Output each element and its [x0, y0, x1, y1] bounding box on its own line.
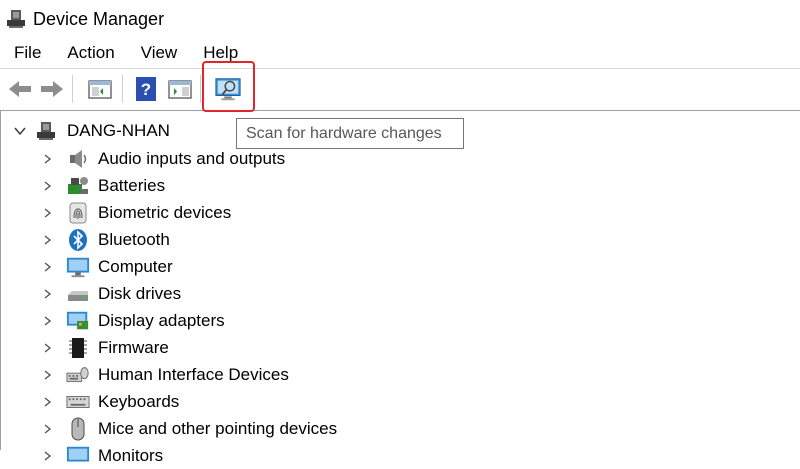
forward-icon — [41, 81, 63, 97]
toolbar: ? — [0, 68, 800, 111]
tree-item-label: Mice and other pointing devices — [98, 418, 338, 438]
menu-action[interactable]: Action — [53, 38, 126, 68]
tree-item-computer[interactable]: Computer — [41, 253, 173, 280]
tree-item-bluetooth[interactable]: Bluetooth — [41, 226, 170, 253]
tree-item-mice[interactable]: Mice and other pointing devices — [41, 415, 337, 442]
tree-item-hid[interactable]: Human Interface Devices — [41, 361, 289, 388]
chevron-right-icon[interactable] — [41, 288, 53, 300]
battery-icon — [68, 176, 88, 194]
tree-item-disk[interactable]: Disk drives — [41, 280, 181, 307]
show-hide-console-tree-button[interactable] — [86, 75, 114, 103]
tree-item-firmware[interactable]: Firmware — [41, 334, 169, 361]
keyboard-icon — [66, 395, 90, 408]
chip-icon — [69, 337, 87, 358]
chevron-down-icon[interactable] — [13, 124, 27, 138]
toolbar-separator — [200, 75, 201, 103]
svg-text:?: ? — [141, 80, 151, 99]
tree-item-keyboards[interactable]: Keyboards — [41, 388, 179, 415]
hid-icon — [66, 366, 89, 382]
chevron-right-icon[interactable] — [41, 396, 53, 408]
console-tree-icon — [88, 80, 112, 99]
tree-item-label: Computer — [98, 256, 173, 276]
back-icon — [9, 81, 31, 97]
tree-item-label: Display adapters — [98, 310, 225, 330]
tree-root-label: DANG-NHAN — [67, 121, 170, 140]
computer-root-icon — [37, 122, 55, 140]
chevron-right-icon[interactable] — [41, 423, 53, 435]
forward-button[interactable] — [38, 75, 66, 103]
chevron-right-icon[interactable] — [41, 369, 53, 381]
menu-file[interactable]: File — [0, 38, 53, 68]
chevron-right-icon[interactable] — [41, 234, 53, 246]
tree-item-label: Disk drives — [98, 283, 182, 303]
action-pane-button[interactable] — [166, 75, 194, 103]
bluetooth-icon — [69, 228, 87, 251]
tree-item-label: Firmware — [98, 337, 169, 357]
help-icon: ? — [136, 77, 156, 101]
speaker-icon — [70, 149, 87, 168]
tree-item-label: Biometric devices — [98, 202, 232, 222]
window-title: Device Manager — [33, 8, 165, 29]
device-tree: DANG-NHAN Audio inputs and outputs Batte… — [0, 111, 800, 465]
display-adapter-icon — [66, 311, 89, 329]
tree-item-batteries[interactable]: Batteries — [41, 172, 165, 199]
tree-item-label: Human Interface Devices — [98, 364, 289, 384]
tree-item-label: Bluetooth — [98, 229, 170, 249]
tree-item-audio[interactable]: Audio inputs and outputs — [41, 145, 285, 172]
chevron-right-icon[interactable] — [41, 180, 53, 192]
chevron-right-icon[interactable] — [41, 153, 53, 165]
tree-item-label: Audio inputs and outputs — [98, 148, 286, 168]
disk-drive-icon — [68, 290, 88, 301]
chevron-right-icon[interactable] — [41, 207, 53, 219]
tree-item-label: Batteries — [98, 175, 166, 195]
back-button[interactable] — [6, 75, 34, 103]
toolbar-separator — [72, 75, 73, 103]
mouse-icon — [71, 417, 85, 440]
tree-item-monitors[interactable]: Monitors — [41, 442, 163, 469]
tree-item-biometric[interactable]: Biometric devices — [41, 199, 231, 226]
monitor-icon — [66, 257, 90, 277]
chevron-right-icon[interactable] — [41, 261, 53, 273]
tree-item-display[interactable]: Display adapters — [41, 307, 225, 334]
tooltip: Scan for hardware changes — [236, 118, 464, 149]
tree-root-node[interactable]: DANG-NHAN — [13, 119, 170, 143]
menu-view[interactable]: View — [127, 38, 190, 68]
menu-bar: File Action View Help — [0, 38, 800, 68]
scan-button-highlight — [202, 61, 255, 112]
chevron-right-icon[interactable] — [41, 342, 53, 354]
action-pane-icon — [168, 80, 192, 99]
chevron-right-icon[interactable] — [41, 450, 53, 462]
toolbar-separator — [122, 75, 123, 103]
tree-item-label: Monitors — [98, 445, 164, 465]
device-manager-icon — [7, 10, 25, 28]
monitor-icon — [66, 446, 90, 462]
chevron-right-icon[interactable] — [41, 315, 53, 327]
title-bar: Device Manager — [0, 0, 800, 38]
tree-item-label: Keyboards — [98, 391, 180, 411]
fingerprint-icon — [69, 202, 87, 223]
help-button[interactable]: ? — [132, 75, 160, 103]
